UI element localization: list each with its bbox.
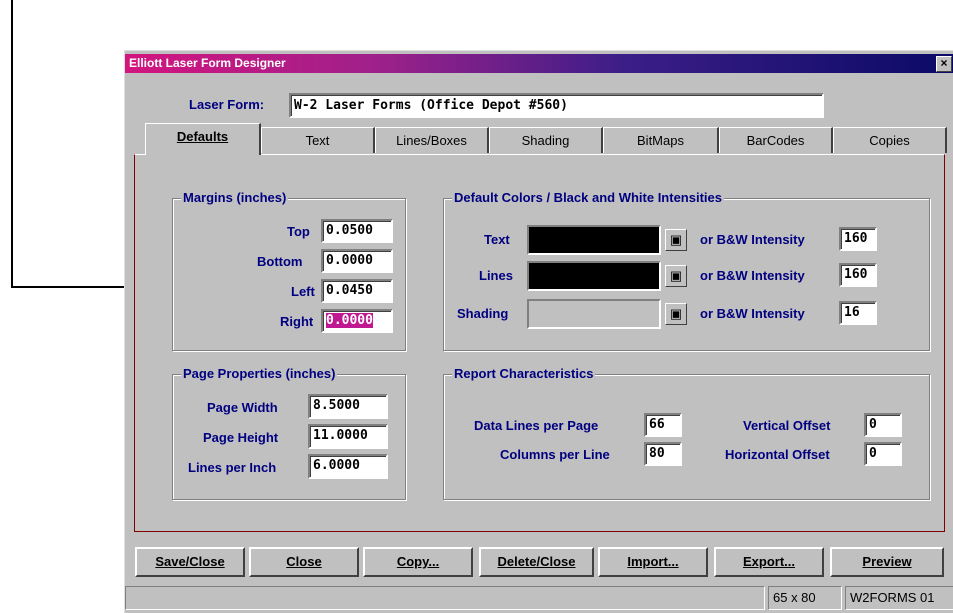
lines-color-label: Lines <box>479 268 513 283</box>
save-close-button[interactable]: Save/Close <box>135 547 245 577</box>
colors-group-title: Default Colors / Black and White Intensi… <box>452 190 724 205</box>
status-size: 65 x 80 <box>768 586 842 610</box>
margins-group-title: Margins (inches) <box>181 190 289 205</box>
text-color-picker-button[interactable]: ▣ <box>665 229 687 251</box>
lines-intensity-input[interactable]: 160 <box>839 263 877 287</box>
copy-button[interactable]: Copy... <box>363 547 473 577</box>
margin-left-input[interactable]: 0.0450 <box>321 279 393 303</box>
lines-per-inch-label: Lines per Inch <box>188 460 277 475</box>
selected-text: 0.0000 <box>326 313 373 328</box>
shading-color-label: Shading <box>457 306 509 321</box>
palette-icon: ▣ <box>669 306 683 321</box>
tab-shading[interactable]: Shading <box>489 127 603 153</box>
palette-icon: ▣ <box>669 268 683 283</box>
margin-top-label: Top <box>287 224 310 239</box>
page-height-input[interactable]: 11.0000 <box>308 424 388 449</box>
margin-right-label: Right <box>280 314 314 329</box>
data-lines-input[interactable]: 66 <box>644 413 682 437</box>
lines-color-picker-button[interactable]: ▣ <box>665 265 687 287</box>
tab-label: BarCodes <box>746 133 805 148</box>
horizontal-offset-input[interactable]: 0 <box>864 442 902 466</box>
tab-bitmaps[interactable]: BitMaps <box>603 127 719 153</box>
margin-left-label: Left <box>291 284 315 299</box>
window-title: Elliott Laser Form Designer <box>129 56 286 70</box>
shading-intensity-label: or B&W Intensity <box>700 306 805 321</box>
columns-per-line-label: Columns per Line <box>500 447 610 462</box>
shading-color-swatch[interactable] <box>527 299 661 329</box>
tab-label: Lines/Boxes <box>396 133 467 148</box>
margin-top-input[interactable]: 0.0500 <box>321 219 393 243</box>
lines-intensity-label: or B&W Intensity <box>700 268 805 283</box>
status-form-id: W2FORMS 01 <box>845 586 953 610</box>
laser-form-input[interactable]: W-2 Laser Forms (Office Depot #560) <box>289 93 824 118</box>
margin-bottom-input[interactable]: 0.0000 <box>321 249 393 273</box>
text-color-label: Text <box>484 232 510 247</box>
lines-per-inch-input[interactable]: 6.0000 <box>308 454 388 479</box>
preview-button[interactable]: Preview <box>830 547 944 577</box>
tab-barcodes[interactable]: BarCodes <box>719 127 833 153</box>
shading-intensity-input[interactable]: 16 <box>839 301 877 325</box>
tab-label: Text <box>305 133 330 148</box>
page-width-label: Page Width <box>207 400 278 415</box>
laser-form-label: Laser Form: <box>189 97 265 112</box>
data-lines-label: Data Lines per Page <box>474 418 599 433</box>
vertical-offset-input[interactable]: 0 <box>864 413 902 437</box>
margin-right-input[interactable]: 0.0000 <box>321 309 393 333</box>
tab-text[interactable]: Text <box>261 127 375 153</box>
close-icon: × <box>940 56 948 70</box>
close-window-button[interactable]: × <box>936 56 952 72</box>
form-designer-window: Elliott Laser Form Designer × Laser Form… <box>124 50 953 613</box>
columns-per-line-input[interactable]: 80 <box>644 442 682 466</box>
margin-bottom-label: Bottom <box>257 254 303 269</box>
text-color-swatch[interactable] <box>527 225 661 255</box>
status-message <box>125 586 765 610</box>
export-button[interactable]: Export... <box>714 547 824 577</box>
horizontal-offset-label: Horizontal Offset <box>725 447 830 462</box>
report-characteristics-group-title: Report Characteristics <box>452 366 596 381</box>
page-width-input[interactable]: 8.5000 <box>308 394 388 419</box>
tab-label: Shading <box>521 133 570 148</box>
page-properties-group-title: Page Properties (inches) <box>181 366 338 381</box>
page-height-label: Page Height <box>203 430 279 445</box>
shading-color-picker-button[interactable]: ▣ <box>665 303 687 325</box>
text-intensity-input[interactable]: 160 <box>839 227 877 251</box>
lines-color-swatch[interactable] <box>527 261 661 291</box>
tab-label: BitMaps <box>637 133 684 148</box>
tab-label: Copies <box>869 133 910 148</box>
text-intensity-label: or B&W Intensity <box>700 232 805 247</box>
tab-defaults[interactable]: Defaults <box>145 123 261 155</box>
close-button[interactable]: Close <box>249 547 359 577</box>
delete-close-button[interactable]: Delete/Close <box>479 547 594 577</box>
import-button[interactable]: Import... <box>598 547 708 577</box>
tab-label: Defaults <box>176 129 229 144</box>
tab-copies[interactable]: Copies <box>833 127 947 153</box>
callout-vertical-line <box>11 0 13 287</box>
palette-icon: ▣ <box>669 232 683 247</box>
tab-lines-boxes[interactable]: Lines/Boxes <box>375 127 489 153</box>
vertical-offset-label: Vertical Offset <box>743 418 831 433</box>
report-characteristics-group: Report Characteristics <box>443 366 930 500</box>
title-bar: Elliott Laser Form Designer × <box>125 54 953 73</box>
